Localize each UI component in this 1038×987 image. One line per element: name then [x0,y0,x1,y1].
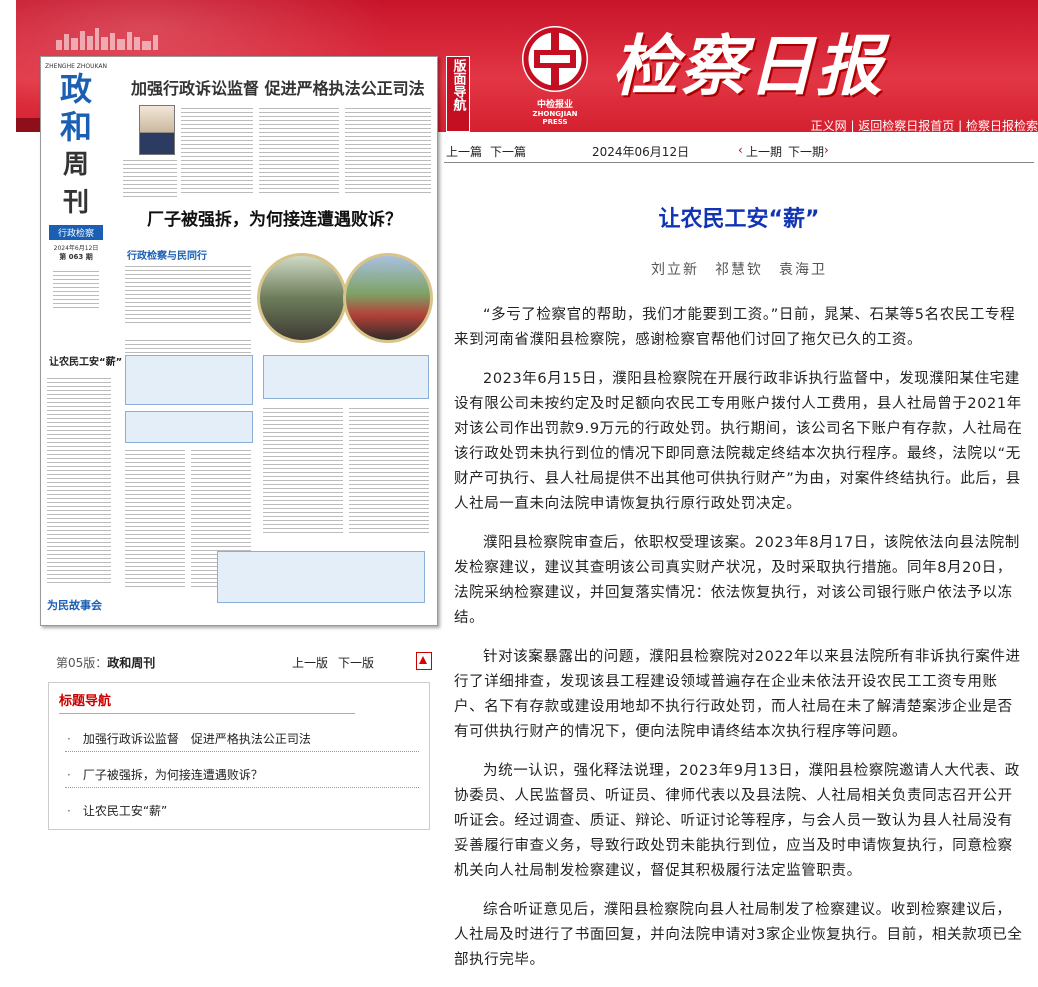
body-text-block-3 [263,405,343,535]
logo-text: 中检报业 [536,100,573,110]
photo-left [257,253,347,343]
title-nav-divider [59,713,355,714]
article-paragraph: 综合听证意见后，濮阳县检察院向县人社局制发了检察建议。收到检察建议后，人社局及时… [454,902,1023,968]
next-page-link[interactable]: 下一版 [338,654,374,671]
prev-page-link[interactable]: 上一版 [292,654,328,671]
footer-tag: 为民故事会 [47,599,102,612]
title-nav-item[interactable]: · 加强行政诉讼监督 促进严格执法公正司法 [67,730,311,747]
top-article-text-3 [345,105,431,195]
current-page-name: 第05版：政和周刊 [56,654,155,671]
zhongjian-logo-icon [522,26,588,92]
page-label: 第05版： [56,656,108,670]
top-article-text-4 [123,157,177,197]
brand-column: ZHENGHE ZHOUKAN 政 和 周 刊 行政检察 2024年6月12日 … [43,59,109,309]
masthead-credits [53,268,99,308]
article-body: “多亏了检察官的帮助，我们才能要到工资。”日前，晁某、石某等5名农民工专程来到河… [454,303,1026,987]
pdf-icon[interactable] [416,652,432,670]
brand-char-1: 政 [59,70,92,108]
title-nav-item[interactable]: · 厂子被强拆，为何接连遭遇败诉？ [67,766,263,783]
prev-issue-link[interactable]: 上一期 [746,143,782,160]
article-authors: 刘立新 祁慧钦 袁海卫 [651,262,827,278]
top-article-text-1 [181,105,253,195]
headline-top: 加强行政诉讼监督 促进严格执法公正司法 [131,79,425,98]
newspaper-page-image[interactable]: ZHENGHE ZHOUKAN 政 和 周 刊 行政检察 2024年6月12日 … [40,56,438,626]
quote-box-3 [125,411,253,443]
title-nav-item[interactable]: · 让农民工安“薪” [67,802,167,819]
next-issue-marker: › [824,143,829,157]
prev-issue-marker: ‹ [738,143,743,157]
portrait-photo [139,105,175,155]
article-paragraph: 针对该案暴露出的问题，濮阳县检察院对2022年以来县法院所有非诉执行案件进行了详… [454,649,1021,740]
logo-caption: 中检报业 ZHONGJIAN PRESS [520,97,590,126]
mid-article-text-1 [125,263,251,325]
brand-char-4: 刊 [62,188,89,218]
next-issue-link[interactable]: 下一期 [788,143,824,160]
left-column-title: 让农民工安“薪” [49,357,123,368]
link-home[interactable]: 返回检察日报首页 [858,119,954,133]
top-article-text-2 [259,105,339,195]
article-paragraph: 濮阳县检察院审查后，依职权受理该案。2023年8月17日，该院依法向县法院制发检… [454,535,1020,626]
skyline-graphic [56,28,158,50]
title-nav-panel: 标题导航 · 加强行政诉讼监督 促进严格执法公正司法 · 厂子被强拆，为何接连遭遇败… [48,682,430,830]
prev-article-link[interactable]: 上一篇 [446,143,482,160]
title-nav-item-label: 厂子被强拆，为何接连遭遇败诉？ [82,768,263,782]
issue-date-display: 2024年06月12日 [592,145,690,159]
body-text-block-4 [349,405,429,535]
quote-box-4 [217,551,425,603]
headline-mid: 厂子被强拆，为何接连遭遇败诉？ [147,210,402,230]
section-tag: 行政检察 [49,225,103,240]
logo-caption-en: ZHONGJIAN PRESS [532,110,578,126]
masthead-title: 检察日报 [612,27,884,105]
bullet-icon: · [67,732,71,746]
bullet-icon: · [67,804,71,818]
top-links: 正义网 | 返回检察日报首页 | 检察日报检索 [810,119,1038,133]
issue-date: 2024年6月12日 [53,245,99,252]
mid-article-text-2 [125,337,251,353]
article-paragraph: “多亏了检察官的帮助，我们才能要到工资。”日前，晁某、石某等5名农民工专程来到河… [454,307,1016,348]
issue-number: 第 063 期 [59,253,93,261]
article-paragraph: 为统一认识，强化释法说理，2023年9月13日，濮阳县检察院邀请人大代表、政协委… [454,763,1020,879]
next-article-link[interactable]: 下一篇 [490,143,526,160]
photo-right [343,253,433,343]
article-toolbar: 上一篇 下一篇 2024年06月12日 ‹ 上一期 下一期 › [444,140,1034,163]
body-text-block-1 [125,447,185,587]
title-nav-separator [65,787,419,788]
title-nav-separator [65,751,419,752]
article-paragraph: 2023年6月15日，濮阳县检察院在开展行政非诉执行监督中，发现濮阳某住宅建设有… [454,371,1023,512]
link-zhengyi[interactable]: 正义网 [811,119,847,133]
layout-nav-tab[interactable]: 版面导航 [446,56,470,132]
brand-char-3: 周 [62,150,89,180]
title-nav-item-label: 加强行政诉讼监督 促进严格执法公正司法 [82,732,311,746]
quote-box-2 [263,355,429,399]
article-title: 让农民工安“薪” [658,207,820,232]
brand-pinyin: ZHENGHE ZHOUKAN [45,63,107,70]
layout-nav-label: 版面导航 [450,59,466,111]
bullet-icon: · [67,768,71,782]
left-column-text [47,375,111,585]
sub-section-title: 行政检察与民同行 [127,251,207,262]
page-name: 政和周刊 [107,656,156,670]
brand-char-2: 和 [59,108,92,146]
title-nav-item-label: 让农民工安“薪” [82,804,168,818]
title-nav-heading: 标题导航 [59,694,112,709]
quote-box-1 [125,355,253,405]
link-search[interactable]: 检察日报检索 [966,119,1038,133]
